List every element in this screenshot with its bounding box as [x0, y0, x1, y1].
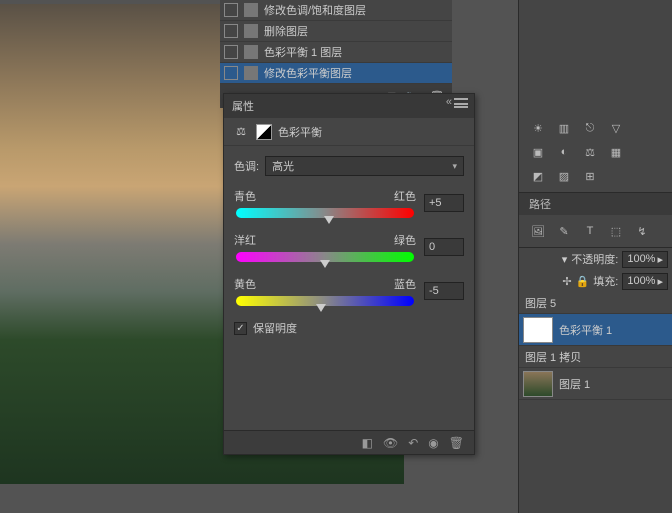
shape-icon[interactable]: ⬚ [607, 223, 625, 239]
history-panel: 修改色调/饱和度图层 删除图层 色彩平衡 1 图层 修改色彩平衡图层 ⊞ 📷 🗑 [220, 0, 452, 108]
page-icon [244, 3, 258, 17]
image-icon[interactable]: 🖼 [529, 223, 547, 239]
color-balance-icon[interactable]: ⚖ [581, 144, 599, 160]
layer-label: 图层 1 [559, 376, 590, 392]
layer-thumb [523, 371, 553, 397]
page-icon [244, 66, 258, 80]
brush-icon[interactable]: ✎ [555, 223, 573, 239]
layer-group[interactable]: 图层 5 [519, 292, 672, 314]
vibrance-icon[interactable]: ▣ [529, 144, 547, 160]
mixer-icon[interactable]: ▨ [555, 168, 573, 184]
properties-footer: ◧ 👁 ↶ ◉ 🗑 [224, 430, 474, 454]
page-icon [244, 45, 258, 59]
tone-select[interactable]: 高光 ▾ [265, 156, 464, 176]
mask-icon[interactable] [256, 124, 272, 140]
slider-magenta-green: 洋红 绿色 0 [234, 232, 464, 262]
paths-icons: 🖼 ✎ T ⬚ ↯ [519, 215, 672, 248]
slider-value-input[interactable]: +5 [424, 194, 464, 212]
checkbox-label: 保留明度 [253, 320, 297, 336]
panel-title: 属性 [232, 98, 254, 114]
history-item[interactable]: 修改色调/饱和度图层 [220, 0, 452, 21]
slider-right-label: 蓝色 [394, 276, 416, 292]
slider-right-label: 绿色 [394, 232, 416, 248]
fill-label: 填充: [593, 273, 618, 289]
adjustments-row1: ☀ ▥ ⎋ ▽ ▣ ◐ ⚖ ▦ ◩ ▨ ⊞ [519, 112, 672, 193]
lookup-icon[interactable]: ⊞ [581, 168, 599, 184]
slider-cyan-red: 青色 红色 +5 [234, 188, 464, 218]
tab-paths[interactable]: 路径 [525, 194, 555, 214]
checkbox-icon: ✓ [234, 322, 247, 335]
bw-icon[interactable]: ▦ [607, 144, 625, 160]
lock-row: ✢ 🔒 填充: 100%▸ [519, 270, 672, 292]
clip-icon[interactable]: ◧ [362, 436, 373, 450]
history-label: 色彩平衡 1 图层 [264, 44, 342, 60]
opacity-label: 不透明度: [571, 251, 618, 267]
right-panels: ☀ ▥ ⎋ ▽ ▣ ◐ ⚖ ▦ ◩ ▨ ⊞ 路径 🖼 ✎ T ⬚ ↯ ▾ 不透明… [518, 0, 672, 513]
balance-icon: ⚖ [232, 123, 250, 141]
opacity-input[interactable]: 100%▸ [622, 251, 668, 268]
slider-value-input[interactable]: 0 [424, 238, 464, 256]
collapse-icon[interactable]: « [446, 96, 452, 108]
history-label: 修改色彩平衡图层 [264, 65, 352, 81]
slider-left-label: 青色 [234, 188, 256, 204]
hue-icon[interactable]: ◐ [555, 144, 573, 160]
chevron-down-icon: ▾ [452, 161, 457, 172]
layer-group[interactable]: 图层 1 拷贝 [519, 346, 672, 368]
fill-input[interactable]: 100%▸ [622, 273, 668, 290]
tone-value: 高光 [272, 158, 294, 174]
lock-icon[interactable]: 🔒 [576, 275, 590, 288]
layer-item[interactable]: 图层 1 [519, 368, 672, 400]
layer-color-balance[interactable]: 色彩平衡 1 [519, 314, 672, 346]
slider-thumb[interactable] [324, 216, 334, 224]
slider-track[interactable] [236, 296, 414, 306]
slider-thumb[interactable] [316, 304, 326, 312]
history-item[interactable]: 删除图层 [220, 21, 452, 42]
move-icon[interactable]: ✢ [562, 275, 571, 288]
layer-label: 色彩平衡 1 [559, 322, 612, 338]
curves-icon[interactable]: ⎋ [581, 120, 599, 136]
trash-icon[interactable]: 🗑 [449, 436, 464, 450]
exposure-icon[interactable]: ▽ [607, 120, 625, 136]
panel-titlebar[interactable]: 属性 « [224, 94, 474, 118]
adjustment-header: ⚖ 色彩平衡 [224, 118, 474, 146]
paths-tabs: 路径 [519, 193, 672, 215]
slider-track[interactable] [236, 252, 414, 262]
reset-icon[interactable]: ↶ [408, 436, 418, 450]
chevron-down-icon[interactable]: ▾ [562, 253, 568, 266]
slider-right-label: 红色 [394, 188, 416, 204]
history-item[interactable]: 色彩平衡 1 图层 [220, 42, 452, 63]
slider-track[interactable] [236, 208, 414, 218]
slider-left-label: 洋红 [234, 232, 256, 248]
tone-label: 色调: [234, 158, 259, 174]
brightness-icon[interactable]: ☀ [529, 120, 547, 136]
slider-thumb[interactable] [320, 260, 330, 268]
levels-icon[interactable]: ▥ [555, 120, 573, 136]
slider-yellow-blue: 黄色 蓝色 -5 [234, 276, 464, 306]
properties-panel: 属性 « ⚖ 色彩平衡 色调: 高光 ▾ 青色 红色 +5 [223, 93, 475, 455]
photo-filter-icon[interactable]: ◩ [529, 168, 547, 184]
prev-icon[interactable]: ◉ [428, 436, 438, 450]
slider-value-input[interactable]: -5 [424, 282, 464, 300]
eye-icon[interactable]: 👁 [383, 436, 398, 450]
blend-mode-row: ▾ 不透明度: 100%▸ [519, 248, 672, 270]
layer-thumb [523, 317, 553, 343]
adjustment-name: 色彩平衡 [278, 124, 322, 140]
preserve-luminosity-checkbox[interactable]: ✓ 保留明度 [234, 320, 464, 336]
panel-menu-icon[interactable] [454, 98, 468, 108]
path-icon[interactable]: ↯ [633, 223, 651, 239]
text-icon[interactable]: T [581, 223, 599, 239]
history-label: 删除图层 [264, 23, 308, 39]
page-icon [244, 24, 258, 38]
slider-left-label: 黄色 [234, 276, 256, 292]
history-item-selected[interactable]: 修改色彩平衡图层 [220, 63, 452, 84]
history-label: 修改色调/饱和度图层 [264, 2, 366, 18]
